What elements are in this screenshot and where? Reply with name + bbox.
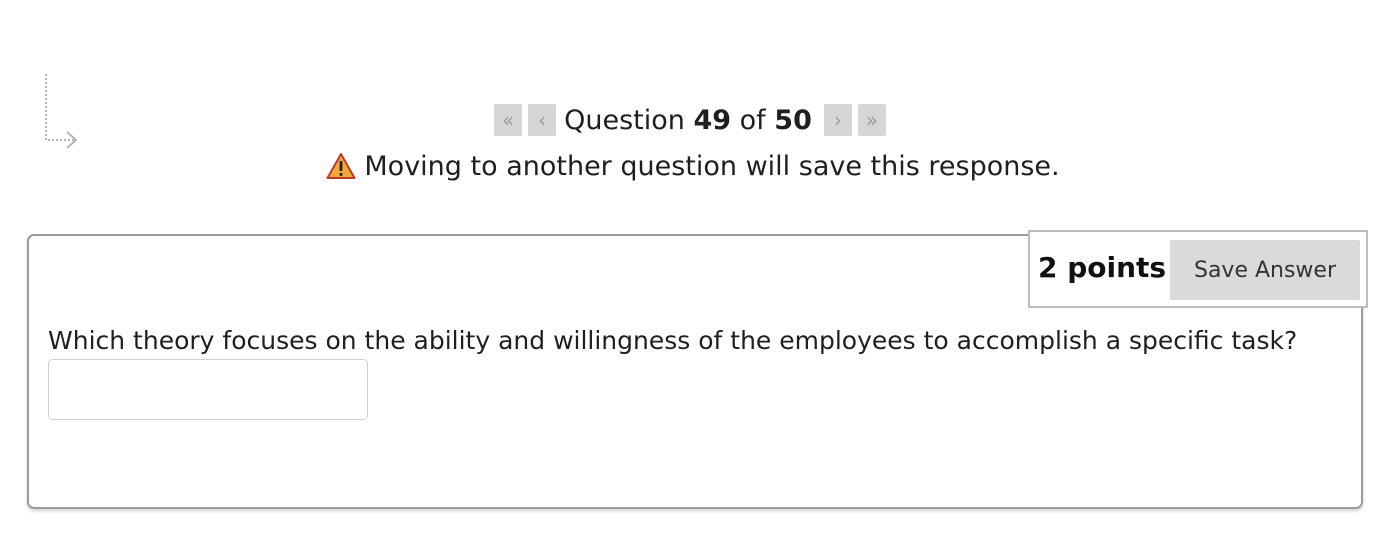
chevron-left-icon: ‹	[538, 108, 547, 132]
points-label: 2 points	[1038, 251, 1167, 284]
quiz-page: « ‹ Question 49 of 50 › » Moving to anot…	[0, 0, 1376, 542]
total-questions-number: 50	[774, 104, 812, 136]
question-counter: Question 49 of 50	[562, 105, 818, 136]
double-chevron-left-icon: «	[502, 108, 515, 132]
chevron-right-icon: ›	[833, 108, 842, 132]
current-question-number: 49	[693, 104, 732, 136]
save-notice: Moving to another question will save thi…	[0, 146, 1376, 186]
of-word: of	[739, 104, 766, 136]
next-question-button[interactable]: ›	[823, 104, 852, 136]
answer-input[interactable]	[48, 359, 368, 420]
notice-text: Moving to another question will save thi…	[364, 150, 1060, 182]
first-question-button[interactable]: «	[494, 104, 523, 136]
question-word: Question	[564, 104, 685, 136]
save-answer-button[interactable]: Save Answer	[1170, 240, 1360, 300]
warning-icon	[326, 153, 356, 179]
last-question-button[interactable]: »	[857, 104, 886, 136]
question-prompt: Which theory focuses on the ability and …	[48, 326, 1298, 355]
points-box: 2 points Save Answer	[1028, 230, 1368, 308]
question-navigation: « ‹ Question 49 of 50 › »	[0, 100, 1376, 140]
double-chevron-right-icon: »	[865, 108, 878, 132]
previous-question-button[interactable]: ‹	[528, 104, 557, 136]
